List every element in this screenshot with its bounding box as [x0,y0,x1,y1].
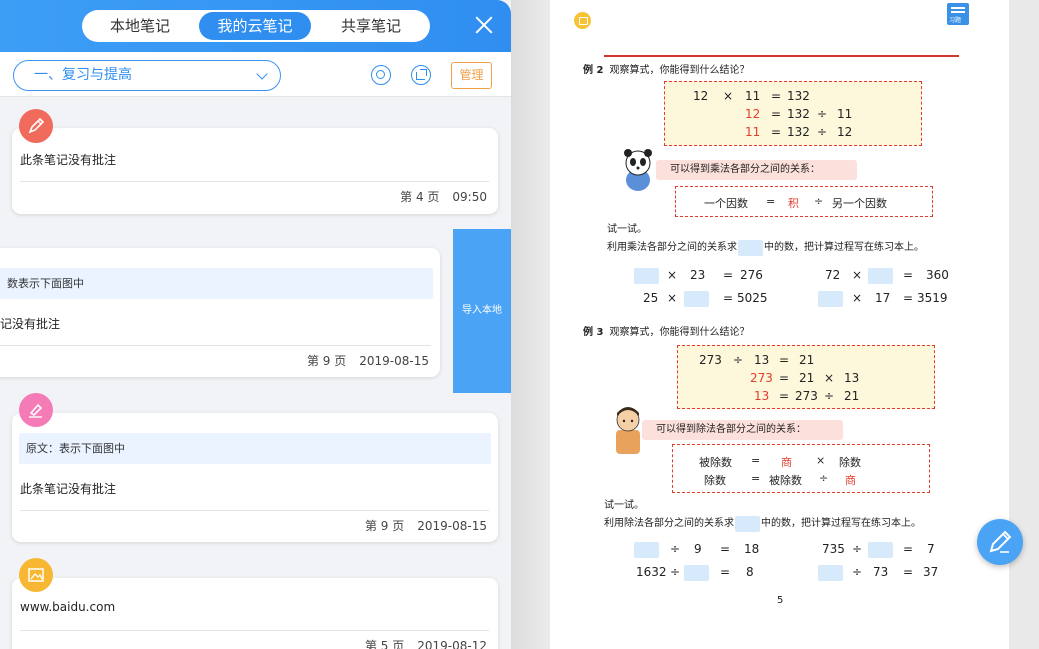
note-page: 第 5 页 [364,639,405,649]
filter-bar: 一、复习与提高 管理 [0,52,511,97]
textbook-page: 习题 例 2 观察算式，你能得到什么结论？ 12 × 11 = 132 12 = 132 ÷ 11… [550,0,1009,649]
note-marker-icon[interactable] [574,12,591,29]
pencil-icon [19,109,53,143]
tab-local-notes[interactable]: 本地笔记 [84,12,196,40]
note-meta: 第 9 页 2019-08-15 [365,517,487,534]
note-card[interactable]: 此条笔记没有批注 第 4 页 09:50 [12,128,498,214]
note-meta: 第 9 页 2019-08-15 [307,352,429,369]
note-time: 2019-08-15 [359,354,429,368]
divider [20,181,489,182]
example-question: 观察算式，你能得到什么结论？ [609,327,750,338]
section-rule [604,55,959,57]
relation-box: 一个因数 = 积 ÷ 另一个因数 [675,186,933,217]
manage-button[interactable]: 管理 [451,62,492,89]
note-text: www.baidu.com [20,600,116,614]
hint-bubble: 可以得到乘法各部分之间的关系： [656,160,857,180]
search-icon[interactable] [371,65,391,85]
example-label: 例 3 [583,327,604,338]
tab-shared-notes[interactable]: 共享笔记 [315,12,427,40]
equation-box: 12 × 11 = 132 12 = 132 ÷ 11 11 = 132 ÷ 12 [664,81,922,146]
note-page: 第 9 页 [306,354,347,368]
notes-tab-switcher: 本地笔记 我的云笔记 共享笔记 [82,10,430,42]
note-page: 第 9 页 [364,519,405,533]
instruction: 利用除法各部分之间的关系求 中的数，把计算过程写在练习本上。 [604,514,921,532]
page-number: 5 [777,595,784,606]
note-meta: 第 4 页 09:50 [400,188,487,205]
divider [20,510,489,511]
image-icon [19,558,53,592]
note-card-swiped[interactable]: 数表示下面图中 记没有批注 第 9 页 2019-08-15 [0,248,440,377]
note-card[interactable]: 原文：表示下面图中 此条笔记没有批注 第 9 页 2019-08-15 [12,413,498,542]
tab-cloud-notes[interactable]: 我的云笔记 [199,12,311,40]
divider [20,630,489,631]
note-text: 此条笔记没有批注 [20,153,117,167]
note-time: 09:50 [452,190,487,204]
note-card[interactable]: www.baidu.com 第 5 页 2019-08-12 [12,578,498,649]
import-local-button[interactable]: 导入本地 [453,229,511,393]
note-text: 此条笔记没有批注 [20,482,117,496]
instruction: 利用乘法各部分之间的关系求 中的数，把计算过程写在练习本上。 [607,238,924,256]
note-quote: 数表示下面图中 [0,268,433,299]
chapter-dropdown[interactable]: 一、复习与提高 [13,60,281,91]
note-quote: 原文：表示下面图中 [19,433,491,464]
highlighter-icon [19,393,53,427]
panda-illustration [624,149,652,191]
note-time: 2019-08-12 [417,639,487,649]
note-time: 2019-08-15 [417,519,487,533]
exercise-icon-label: 习题 [949,17,962,24]
note-page: 第 4 页 [400,190,440,204]
notes-panel: 本地笔记 我的云笔记 共享笔记 一、复习与提高 管理 此条笔记没有批注 第 4 … [0,0,511,649]
close-icon[interactable] [473,14,495,36]
chapter-dropdown-value: 一、复习与提高 [34,67,132,83]
try-label: 试一试。 [607,224,647,235]
chevron-down-icon [256,68,268,80]
try-label: 试一试。 [604,500,644,511]
example-question: 观察算式，你能得到什么结论？ [609,65,750,76]
example-title: 例 2 观察算式，你能得到什么结论？ [583,61,749,76]
divider [0,345,431,346]
edit-pen-icon[interactable] [977,519,1023,565]
exercise-icon[interactable]: 习题 [947,3,969,25]
example-title: 例 3 观察算式，你能得到什么结论？ [583,323,749,338]
example-label: 例 2 [583,65,604,76]
hint-bubble: 可以得到除法各部分之间的关系： [642,420,843,440]
note-text: 记没有批注 [0,317,61,331]
notes-header: 本地笔记 我的云笔记 共享笔记 [0,0,511,52]
app-root: 本地笔记 我的云笔记 共享笔记 一、复习与提高 管理 此条笔记没有批注 第 4 … [0,0,1039,649]
equation-box: 273 ÷ 13 = 21 273 = 21 × 13 13 = 273 ÷ 21 [677,345,935,409]
note-meta: 第 5 页 2019-08-12 [365,637,487,649]
page-gutter [511,0,550,649]
share-icon[interactable] [411,65,431,85]
relation-box: 被除数 = 商 × 除数 除数 = 被除数 ÷ 商 [672,444,930,493]
